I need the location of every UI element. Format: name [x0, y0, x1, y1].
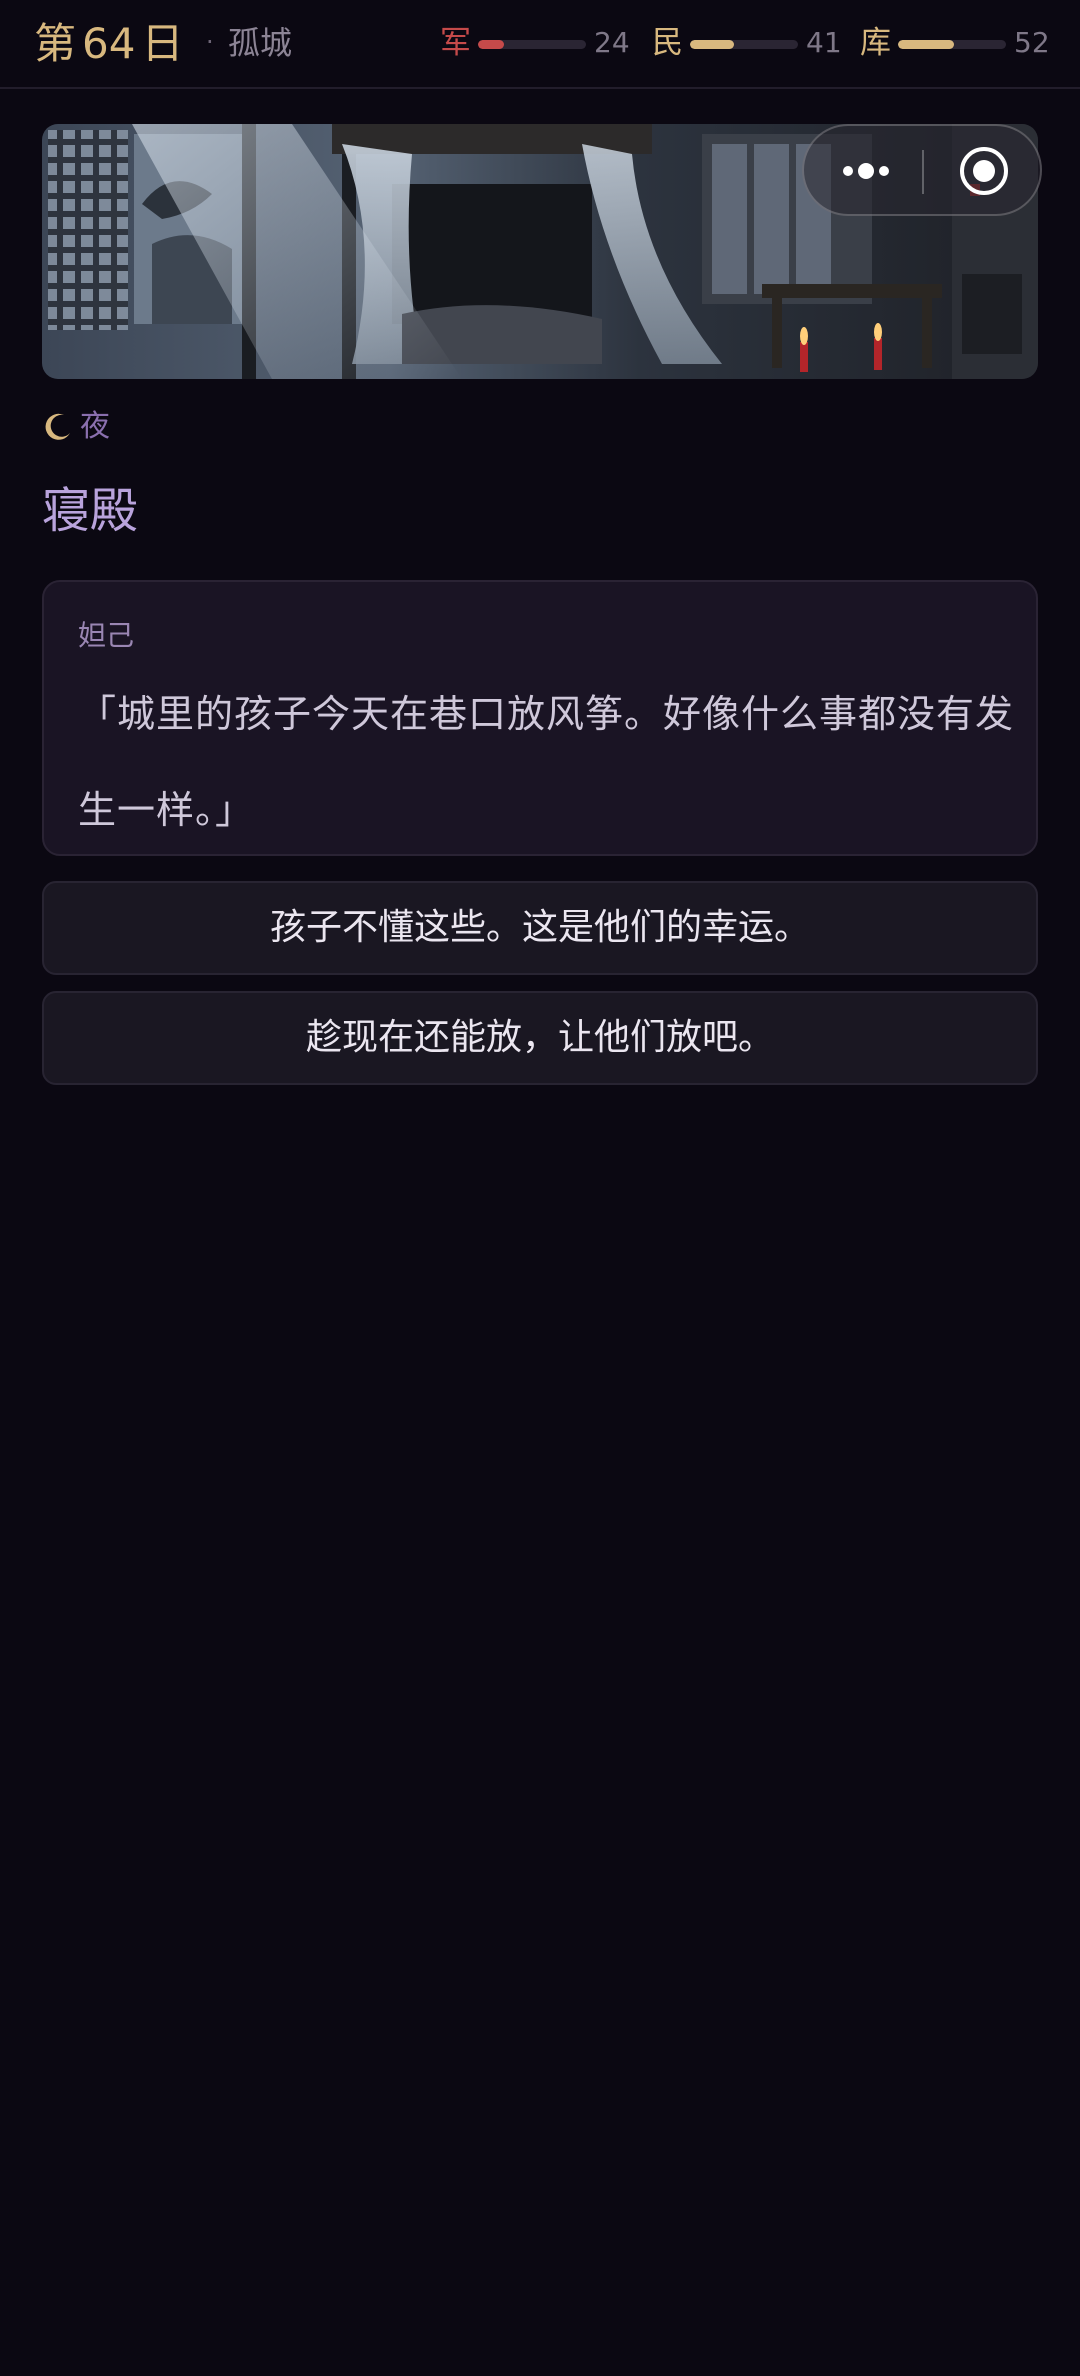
stat-people-bar — [690, 40, 798, 49]
stat-army-fill — [478, 40, 504, 49]
stat-treasury-bar — [898, 40, 1006, 49]
location-title: 寝殿 — [42, 483, 139, 539]
stat-treasury-fill — [898, 40, 955, 49]
choice-button-1[interactable]: 孩子不懂这些。这是他们的幸运。 — [42, 881, 1038, 975]
time-label: 夜 — [80, 409, 110, 444]
speech-text: 「城里的孩子今天在巷口放风筝。好像什么事都没有发生一样。」 — [78, 692, 1015, 832]
stat-people-fill — [690, 40, 735, 49]
mini-program-capsule — [802, 124, 1042, 216]
day-suffix: 日 — [141, 19, 184, 68]
stat-people-value: 41 — [806, 26, 842, 59]
stat-treasury-value: 52 — [1014, 26, 1050, 59]
day-counter: 第 64 日 — [34, 14, 183, 74]
more-dots-icon[interactable] — [820, 140, 912, 202]
stat-people-label: 民 — [652, 25, 683, 61]
stat-army-value: 24 — [594, 26, 630, 59]
speaker-name: 妲己 — [78, 619, 135, 652]
choice-button-2[interactable]: 趁现在还能放，让他们放吧。 — [42, 991, 1038, 1085]
header-separator: · — [206, 28, 214, 56]
day-number: 64 — [82, 19, 136, 68]
capsule-divider — [922, 150, 924, 194]
crescent-moon-icon — [45, 413, 70, 440]
city-name: 孤城 — [228, 24, 293, 62]
stat-army-bar — [478, 40, 586, 49]
day-prefix: 第 — [34, 19, 77, 68]
record-circle-icon[interactable] — [936, 140, 1028, 202]
stat-treasury-label: 库 — [860, 25, 891, 61]
status-header: 第 64 日 · 孤城 军 24 民 41 库 52 — [0, 0, 1080, 89]
dialogue-card: 妲己 「城里的孩子今天在巷口放风筝。好像什么事都没有发生一样。」 — [42, 580, 1038, 856]
stat-army-label: 军 — [440, 25, 471, 61]
